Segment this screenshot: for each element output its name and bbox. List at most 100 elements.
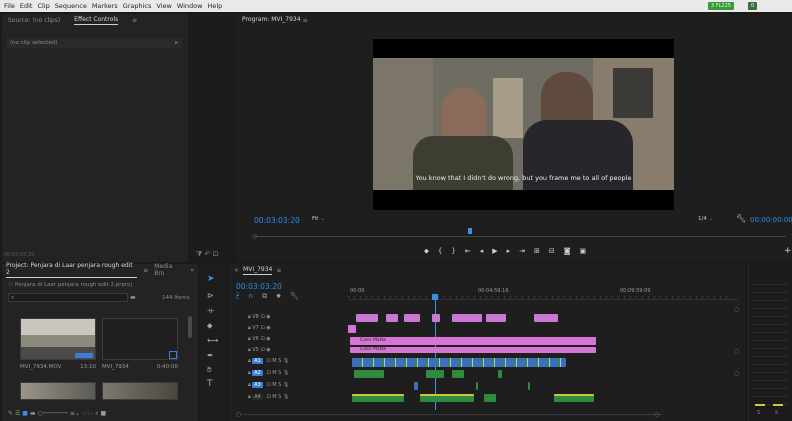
step-back-icon[interactable]: ◂ xyxy=(480,247,493,255)
video-clip[interactable] xyxy=(486,314,506,322)
tab-project[interactable]: Project: Penjara di Laar penjara rough e… xyxy=(6,262,138,278)
hand-tool-icon[interactable]: ✋︎ xyxy=(207,365,212,375)
timeline-timecode[interactable]: 00:03:03:20 xyxy=(236,282,282,291)
razor-tool-icon[interactable]: ⬥ xyxy=(207,321,213,331)
audio-clip[interactable] xyxy=(414,382,418,390)
eye-icon[interactable]: ◉ xyxy=(266,336,270,342)
menu-graphics[interactable]: Graphics xyxy=(123,2,152,10)
sort-icon[interactable]: ≡⌄ xyxy=(70,410,80,417)
video-clip[interactable] xyxy=(534,314,558,322)
lock-icon[interactable]: 🔒︎ xyxy=(248,382,251,388)
lock-icon[interactable]: 🔒︎ xyxy=(248,314,251,320)
linked-selection-icon[interactable]: ⧉ xyxy=(262,292,276,300)
new-bin-icon[interactable]: ▬ xyxy=(130,294,136,301)
menu-sequence[interactable]: Sequence xyxy=(55,2,87,10)
pencil-icon[interactable]: ✎ xyxy=(8,410,13,417)
go-to-in-icon[interactable]: ⇤ xyxy=(465,247,480,255)
track-a2[interactable]: 🔒︎ A2 ⊡ M S 🎙︎ xyxy=(248,370,338,382)
toggle-output-icon[interactable]: ⊡ xyxy=(260,336,264,342)
zoom-scrollbar-start[interactable]: ○ xyxy=(236,411,241,418)
new-item-icon[interactable]: ■ xyxy=(100,410,106,417)
track-a1-label[interactable]: A1 xyxy=(252,358,263,364)
lock-icon[interactable]: 🔒︎ xyxy=(248,394,251,400)
freeform-view-icon[interactable]: ▬ xyxy=(30,410,36,417)
play-icon[interactable]: ▶ xyxy=(492,247,506,255)
mark-out-icon[interactable]: } xyxy=(451,247,464,255)
lock-icon[interactable]: 🔒︎ xyxy=(248,336,251,342)
tab-sequence[interactable]: MVI_7934 xyxy=(243,266,273,275)
tab-source[interactable]: Source: (no clips) xyxy=(8,17,60,24)
add-marker-icon[interactable]: ⬥ xyxy=(424,247,438,255)
menu-help[interactable]: Help xyxy=(207,2,222,10)
color-matte-clip-1[interactable]: Color Matte xyxy=(350,337,596,345)
clip-thumbnail-3[interactable] xyxy=(20,382,96,400)
zoom-slider[interactable]: ○─────── xyxy=(37,410,68,417)
timeline-menu-icon[interactable]: ≡ xyxy=(276,267,281,274)
scroll-handle-top[interactable]: ○ xyxy=(734,306,739,313)
mic-icon[interactable]: 🎙︎ xyxy=(283,394,289,400)
track-a4-label[interactable]: A4 xyxy=(252,394,263,400)
audio-clip-a4-4[interactable] xyxy=(554,394,594,402)
nest-icon[interactable]: ⫔ xyxy=(236,292,248,300)
eye-icon[interactable]: ◉ xyxy=(266,314,270,320)
video-clip[interactable] xyxy=(386,314,398,322)
menu-edit[interactable]: Edit xyxy=(20,2,33,10)
close-tab-icon[interactable]: × xyxy=(234,267,239,274)
selection-tool-icon[interactable]: ➤ xyxy=(207,274,215,284)
toggle-output-icon[interactable]: ⊡ xyxy=(260,314,264,320)
program-playhead[interactable] xyxy=(468,228,472,234)
audio-clip[interactable] xyxy=(426,370,444,378)
track-a3[interactable]: 🔒︎ A3 ⊡ M S 🎙︎ xyxy=(248,382,338,394)
audio-clip[interactable] xyxy=(528,382,530,390)
mark-in-icon[interactable]: { xyxy=(438,247,451,255)
track-v6[interactable]: 🔒︎ V6 ⊡ ◉ xyxy=(248,336,338,347)
tab-media-browser[interactable]: Media Bro xyxy=(154,263,184,277)
scroll-handle-mid[interactable]: ○ xyxy=(734,348,739,355)
audio-clip[interactable] xyxy=(476,382,478,390)
track-a4[interactable]: 🔒︎ A4 ⊡ M S 🎙︎ xyxy=(248,394,338,406)
project-search-input[interactable]: ⌕ xyxy=(8,293,128,302)
icon-view-icon[interactable]: ■ xyxy=(22,410,28,417)
mic-icon[interactable]: 🎙︎ xyxy=(283,358,289,364)
program-timecode[interactable]: 00:03:03:20 xyxy=(254,216,300,225)
video-clip[interactable] xyxy=(452,314,482,322)
track-v7[interactable]: 🔒︎ V7 ⊡ ◉ xyxy=(248,325,338,336)
audio-clip-a4-2[interactable] xyxy=(420,394,474,402)
go-to-out-icon[interactable]: ⇥ xyxy=(519,247,534,255)
camera-icon[interactable]: ◙ xyxy=(564,247,580,255)
more-tabs-icon[interactable]: » xyxy=(190,267,194,274)
snap-icon[interactable]: ∩ xyxy=(248,292,262,300)
toggle-output-icon[interactable]: ⊡ xyxy=(260,325,264,331)
track-v8[interactable]: 🔒︎ V8 ⊡ ◉ xyxy=(248,314,338,325)
menu-clip[interactable]: Clip xyxy=(37,2,49,10)
lock-icon[interactable]: 🔒︎ xyxy=(248,347,251,353)
status-button-1[interactable]: 3 FL225 xyxy=(708,2,734,10)
solo-right-button[interactable]: S xyxy=(775,410,778,416)
audio-clip[interactable] xyxy=(452,370,464,378)
timeline-horizontal-scrollbar[interactable] xyxy=(242,414,662,415)
toggle-output-icon[interactable]: ⊡ xyxy=(260,347,264,353)
wrench-icon[interactable]: 🔧︎ xyxy=(736,214,746,223)
track-select-tool-icon[interactable]: ⊳ xyxy=(207,291,214,300)
audio-clip-a1[interactable] xyxy=(352,358,566,367)
type-tool-icon[interactable]: T xyxy=(207,379,213,389)
filter-icon[interactable]: ⧩ ↶ ⊡ xyxy=(196,250,218,259)
add-button-icon[interactable]: + xyxy=(784,246,792,256)
lock-icon[interactable]: 🔒︎ xyxy=(248,370,251,376)
extract-icon[interactable]: ⊟ xyxy=(549,247,564,255)
scrubber-start-handle[interactable]: ○ xyxy=(252,233,257,240)
automate-icon[interactable]: ▭▭ xyxy=(82,410,93,417)
transport-controls[interactable]: ⬥{}⇤◂▶▸⇥⊞⊟◙▣ xyxy=(424,247,595,256)
find-icon[interactable]: ⌕ xyxy=(95,410,98,417)
resolution-select[interactable]: 1/4 ⌄ xyxy=(698,216,713,222)
list-view-icon[interactable]: ☰ xyxy=(15,410,20,417)
lock-icon[interactable]: 🔒︎ xyxy=(248,358,251,364)
lock-icon[interactable]: 🔒︎ xyxy=(248,325,251,331)
program-title[interactable]: Program: MVI_7934 xyxy=(242,16,301,24)
program-menu-icon[interactable]: ≡ xyxy=(303,17,308,24)
track-a2-label[interactable]: A2 xyxy=(252,370,263,376)
track-a3-label[interactable]: A3 xyxy=(252,382,263,388)
video-clip[interactable] xyxy=(432,314,440,322)
zoom-scrollbar-end[interactable]: ○ xyxy=(654,411,659,418)
clip-thumbnail-2[interactable] xyxy=(102,318,178,360)
